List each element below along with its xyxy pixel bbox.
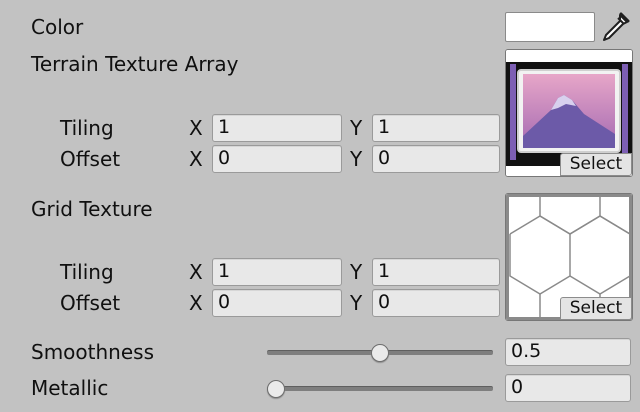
terrain-texture-array-label: Terrain Texture Array: [31, 52, 239, 76]
eyedropper-icon[interactable]: [600, 12, 630, 44]
metallic-label: Metallic: [31, 376, 109, 400]
grid-texture-label: Grid Texture: [31, 197, 153, 221]
smoothness-value-field[interactable]: 0.5: [505, 338, 631, 366]
terrain-tiling-x-axis: X: [189, 116, 203, 140]
grid-offset-x-field[interactable]: 0: [212, 289, 342, 317]
color-swatch[interactable]: [505, 12, 595, 42]
grid-tiling-y-axis: Y: [350, 260, 363, 284]
terrain-texture-thumbnail[interactable]: Select: [505, 49, 633, 177]
terrain-tiling-label: Tiling: [60, 116, 114, 140]
metallic-slider-track[interactable]: [267, 386, 493, 391]
terrain-offset-y-axis: Y: [350, 147, 363, 171]
grid-tiling-x-axis: X: [189, 260, 203, 284]
terrain-tiling-y-field[interactable]: 1: [372, 114, 500, 142]
grid-select-button[interactable]: Select: [560, 297, 632, 320]
grid-tiling-x-field[interactable]: 1: [212, 258, 342, 286]
grid-texture-thumbnail[interactable]: Select: [505, 193, 633, 321]
terrain-offset-x-field[interactable]: 0: [212, 145, 342, 173]
grid-tiling-y-field[interactable]: 1: [372, 258, 500, 286]
terrain-tiling-y-axis: Y: [350, 116, 363, 140]
grid-tiling-label: Tiling: [60, 260, 114, 284]
terrain-select-button[interactable]: Select: [560, 153, 632, 176]
grid-offset-x-axis: X: [189, 291, 203, 315]
smoothness-label: Smoothness: [31, 340, 154, 364]
terrain-offset-label: Offset: [60, 147, 121, 171]
metallic-slider-thumb[interactable]: [267, 380, 285, 398]
grid-offset-label: Offset: [60, 291, 121, 315]
color-label: Color: [31, 15, 84, 39]
metallic-value-field[interactable]: 0: [505, 374, 631, 402]
grid-offset-y-field[interactable]: 0: [372, 289, 500, 317]
smoothness-slider-thumb[interactable]: [371, 344, 389, 362]
grid-offset-y-axis: Y: [350, 291, 363, 315]
terrain-offset-y-field[interactable]: 0: [372, 145, 500, 173]
terrain-offset-x-axis: X: [189, 147, 203, 171]
terrain-tiling-x-field[interactable]: 1: [212, 114, 342, 142]
